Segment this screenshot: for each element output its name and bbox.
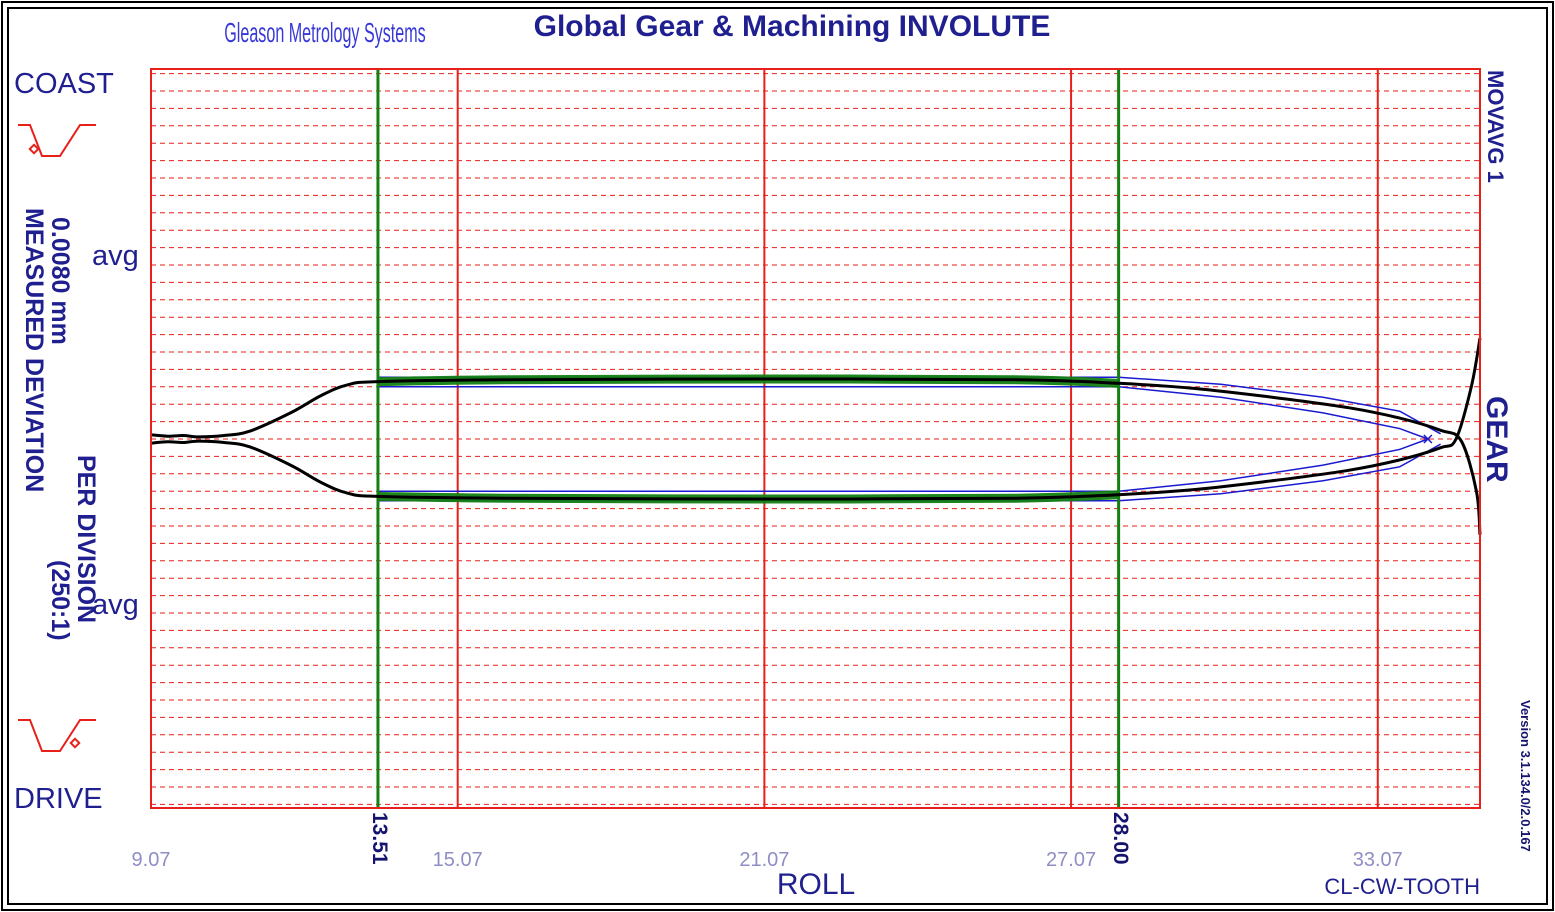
tooth-label: CL-CW-TOOTH [1324, 874, 1480, 899]
scale-line2: MEASURED DEVIATION [20, 208, 48, 492]
measured-trace-drive [150, 337, 1482, 501]
drive-label: DRIVE [14, 783, 103, 815]
x-axis-label: ROLL [777, 868, 855, 901]
movavg-label: MOVAVG 1 [1483, 70, 1508, 183]
x-tick-label: 15.07 [433, 849, 483, 871]
chart-title: Global Gear & Machining INVOLUTE [534, 10, 1051, 43]
tolerance-upper-coast [378, 376, 1441, 435]
scale-line1: 0.0080 mm [46, 217, 74, 345]
x-tick-label: 27.07 [1046, 849, 1096, 871]
x-tick-label: 33.07 [1353, 849, 1403, 871]
x-tick-label: 9.07 [132, 849, 171, 871]
tolerance-lower-drive [378, 443, 1441, 502]
avg-label-top: avg [92, 240, 139, 272]
measured-traces [150, 337, 1482, 535]
tolerance-upper-drive [378, 438, 1429, 492]
eval-start-label: 13.51 [368, 812, 391, 865]
involute-chart: Gleason Metrology Systems Global Gear & … [1, 1, 1554, 911]
gear-label: GEAR [1480, 396, 1513, 483]
coast-tooth-icon [18, 124, 96, 157]
scale-line4: (250:1) [46, 560, 74, 641]
x-axis-ticks: 9.07 15.07 21.07 27.07 33.07 [132, 849, 1403, 871]
tolerance-lower-coast [378, 386, 1429, 440]
scale-label: 0.0080 mm MEASURED DEVIATION PER DIVISIO… [20, 208, 100, 641]
drive-tooth-icon [18, 719, 96, 752]
scale-line3: PER DIVISION [72, 455, 100, 623]
company-logo-text: Gleason Metrology Systems [224, 16, 425, 48]
coast-label: COAST [14, 68, 114, 100]
plot-grid [151, 69, 1480, 808]
version-label: Version 3.1.134.0/2.0.167 [1518, 700, 1533, 852]
eval-end-label: 28.00 [1109, 812, 1132, 865]
